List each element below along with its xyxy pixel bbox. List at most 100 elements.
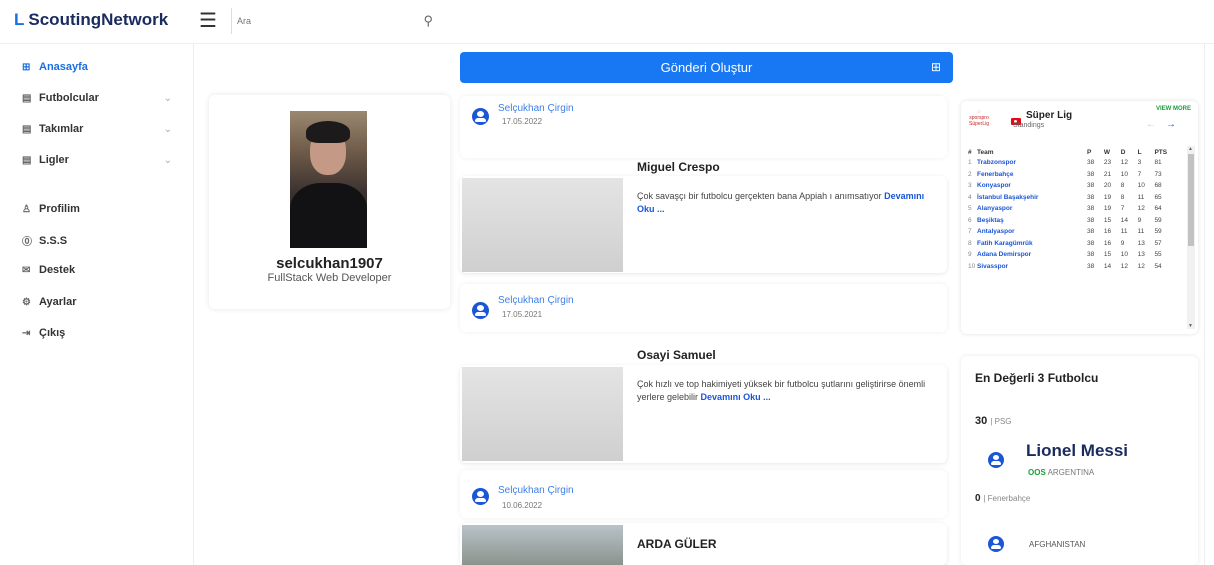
question-icon: ⓪ (22, 237, 32, 248)
table-row[interactable]: 9 Adana Demirspor 38 15 10 13 55 (968, 249, 1184, 261)
table-row[interactable]: 7 Antalyaspor 38 16 11 11 59 (968, 226, 1184, 238)
create-post-button[interactable]: Gönderi Oluştur ⊞ (460, 52, 953, 83)
table-row[interactable]: 2 Fenerbahçe 38 21 10 7 73 (968, 169, 1184, 181)
table-cell: 16 (1103, 239, 1112, 247)
sidebar-item-profilim[interactable]: ♙ Profilim (22, 203, 182, 215)
post-card[interactable]: ARDA GÜLER (460, 523, 947, 565)
table-row[interactable]: 5 Alanyaspor 38 19 7 12 64 (968, 203, 1184, 215)
team-name[interactable]: Sivasspor (977, 261, 1087, 273)
sidebar-item-takimlar[interactable]: ▤ Takımlar ⌄ (22, 123, 182, 135)
view-more-link[interactable]: VIEW MORE (1156, 106, 1191, 112)
table-cell: 15 (1103, 251, 1112, 259)
table-cell: 12 (1120, 159, 1128, 167)
search-input[interactable] (237, 16, 417, 26)
post-author[interactable]: Selçukhan Çirgin (498, 485, 574, 496)
table-row[interactable]: 6 Beşiktaş 38 15 14 9 59 (968, 215, 1184, 227)
post-thumbnail[interactable] (462, 367, 623, 461)
table-cell: 64 (1154, 205, 1162, 213)
read-more-link[interactable]: Devamını Oku ... (701, 392, 771, 402)
team-name[interactable]: Adana Demirspor (977, 249, 1087, 261)
team-name[interactable]: Alanyaspor (977, 203, 1087, 215)
hamburger-menu-icon[interactable]: ☰ (199, 8, 217, 33)
user-circle-icon (988, 536, 1004, 552)
column-header: Team (977, 148, 994, 156)
table-row[interactable]: 10 Sivasspor 38 14 12 12 54 (968, 261, 1184, 273)
team-name[interactable]: Fenerbahçe (977, 169, 1087, 181)
table-cell: 11 (1120, 228, 1128, 236)
sidebar-item-label: Anasayfa (39, 61, 88, 73)
most-valuable-card: En Değerli 3 Futbolcu 30 | PSG Lionel Me… (961, 356, 1198, 565)
post-card[interactable]: Miguel Crespo Çok savaşçı bir futbolcu g… (460, 160, 947, 273)
post-thumbnail[interactable] (462, 178, 623, 272)
standings-scrollbar[interactable]: ▲ ▼ (1187, 146, 1195, 329)
sidebar-item-cikis[interactable]: ⇥ Çıkış (22, 327, 182, 339)
app-logo[interactable]: L ScoutingNetwork (14, 10, 168, 30)
avatar[interactable] (290, 111, 367, 248)
logout-icon: ⇥ (22, 327, 31, 339)
post-text-content: Çok hızlı ve top hakimiyeti yüksek bir f… (637, 379, 926, 402)
avatar-hair (306, 121, 350, 143)
sidebar-item-label: Ligler (39, 154, 69, 166)
post-thumbnail[interactable] (462, 525, 623, 565)
sidebar-item-label: S.S.S (39, 234, 68, 247)
user-circle-icon[interactable] (472, 302, 489, 319)
sidebar-item-anasayfa[interactable]: ⊞ Anasayfa (22, 61, 182, 73)
team-name[interactable]: Beşiktaş (977, 215, 1087, 227)
table-cell: 38 (1087, 182, 1095, 190)
scrollbar-thumb[interactable] (1188, 154, 1194, 246)
table-row[interactable]: 3 Konyaspor 38 20 8 10 68 (968, 180, 1184, 192)
team-name[interactable]: Konyaspor (977, 180, 1087, 192)
chevron-down-icon: ⌄ (163, 154, 172, 166)
standings-widget: ◌ sporspro SüperLig Süper Lig Standings VI… (961, 101, 1198, 334)
grid-icon: ⊞ (22, 61, 31, 73)
sidebar-item-ligler[interactable]: ▤ Ligler ⌄ (22, 154, 182, 166)
sidebar-item-futbolcular[interactable]: ▤ Futbolcular ⌄ (22, 92, 182, 104)
post-date: 10.06.2022 (502, 501, 543, 510)
post-title[interactable]: ARDA GÜLER (637, 537, 717, 551)
scroll-down-icon[interactable]: ▼ (1188, 323, 1193, 329)
list-icon: ▤ (22, 92, 32, 104)
table-cell: 20 (1103, 182, 1112, 190)
sidebar-item-destek[interactable]: ✉ Destek (22, 264, 182, 276)
sidebar: ⊞ Anasayfa ▤ Futbolcular ⌄ ▤ Takımlar ⌄ … (0, 44, 190, 565)
post-header: Selçukhan Çirgin 10.06.2022 (460, 470, 947, 518)
profile-card: selcukhan1907 FullStack Web Developer (209, 95, 450, 309)
post-card[interactable]: Osayi Samuel Çok hızlı ve top hakimiyeti… (460, 348, 947, 463)
user-circle-icon[interactable] (472, 488, 489, 505)
chevron-down-icon: ⌄ (163, 92, 172, 104)
team-name[interactable]: İstanbul Başakşehir (977, 192, 1087, 204)
team-name[interactable]: Fatih Karagümrük (977, 238, 1087, 250)
create-post-label: Gönderi Oluştur (660, 60, 753, 75)
list-icon: ▤ (22, 154, 32, 166)
column-header: W (1103, 148, 1110, 156)
table-cell: 3 (968, 182, 972, 190)
sidebar-item-ayarlar[interactable]: ⚙ Ayarlar (22, 296, 182, 308)
table-row[interactable]: 4 İstanbul Başakşehir 38 19 8 11 65 (968, 192, 1184, 204)
table-cell: 38 (1087, 262, 1095, 270)
scroll-up-icon[interactable]: ▲ (1188, 146, 1193, 152)
table-header-row: # Team P W D L PTS (968, 147, 1184, 157)
team-name[interactable]: Trabzonspor (977, 157, 1087, 169)
post-author[interactable]: Selçukhan Çirgin (498, 103, 574, 114)
user-circle-icon[interactable] (472, 108, 489, 125)
search-icon[interactable]: ⚲ (423, 13, 433, 29)
table-cell: 10 (968, 262, 976, 270)
arrow-right-icon[interactable]: → (1166, 119, 1186, 130)
sidebar-item-sss[interactable]: ⓪ S.S.S (22, 233, 182, 249)
top-bar: L ScoutingNetwork ☰ ⚲ (0, 0, 1214, 44)
player-name[interactable]: Lionel Messi (1026, 441, 1128, 461)
post-title[interactable]: Miguel Crespo (637, 160, 720, 174)
post-title[interactable]: Osayi Samuel (637, 348, 716, 362)
player-club-name: Fenerbahçe (987, 494, 1031, 503)
team-name[interactable]: Antalyaspor (977, 226, 1087, 238)
chevron-down-icon: ⌄ (163, 123, 172, 135)
player-value-number: 0 (975, 493, 981, 504)
post-author[interactable]: Selçukhan Çirgin (498, 295, 574, 306)
table-row[interactable]: 1 Trabzonspor 38 23 12 3 81 (968, 157, 1184, 169)
table-row[interactable]: 8 Fatih Karagümrük 38 16 9 13 57 (968, 238, 1184, 250)
post-text-content: Çok savaşçı bir futbolcu gerçekten bana … (637, 191, 882, 201)
table-cell: 38 (1087, 159, 1095, 167)
list-icon: ▤ (22, 123, 32, 135)
table-cell: 5 (968, 205, 972, 213)
arrow-left-icon[interactable]: ← (1146, 119, 1166, 130)
